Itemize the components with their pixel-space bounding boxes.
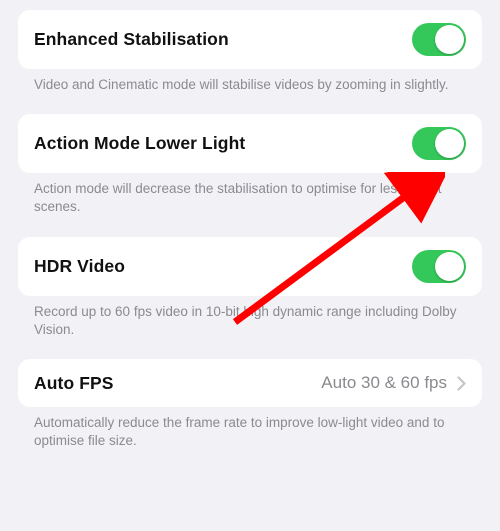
toggle-knob [435,25,464,54]
auto-fps-group: Auto FPS Auto 30 & 60 fps Automatically … [18,359,482,450]
enhanced-stabilisation-toggle[interactable] [412,23,466,56]
auto-fps-right: Auto 30 & 60 fps [321,373,466,393]
action-mode-row[interactable]: Action Mode Lower Light [18,114,482,173]
hdr-video-footer: Record up to 60 fps video in 10-bit high… [18,296,482,339]
auto-fps-title: Auto FPS [34,373,114,394]
enhanced-stabilisation-title: Enhanced Stabilisation [34,29,229,50]
action-mode-toggle[interactable] [412,127,466,160]
chevron-right-icon [457,376,466,391]
action-mode-group: Action Mode Lower Light Action mode will… [18,114,482,216]
action-mode-title: Action Mode Lower Light [34,133,245,154]
hdr-video-title: HDR Video [34,256,125,277]
auto-fps-value: Auto 30 & 60 fps [321,373,447,393]
action-mode-footer: Action mode will decrease the stabilisat… [18,173,482,216]
toggle-knob [435,129,464,158]
hdr-video-row[interactable]: HDR Video [18,237,482,296]
toggle-knob [435,252,464,281]
enhanced-stabilisation-row[interactable]: Enhanced Stabilisation [18,10,482,69]
enhanced-stabilisation-group: Enhanced Stabilisation Video and Cinemat… [18,10,482,94]
auto-fps-footer: Automatically reduce the frame rate to i… [18,407,482,450]
hdr-video-group: HDR Video Record up to 60 fps video in 1… [18,237,482,339]
enhanced-stabilisation-footer: Video and Cinematic mode will stabilise … [18,69,482,94]
hdr-video-toggle[interactable] [412,250,466,283]
auto-fps-row[interactable]: Auto FPS Auto 30 & 60 fps [18,359,482,407]
